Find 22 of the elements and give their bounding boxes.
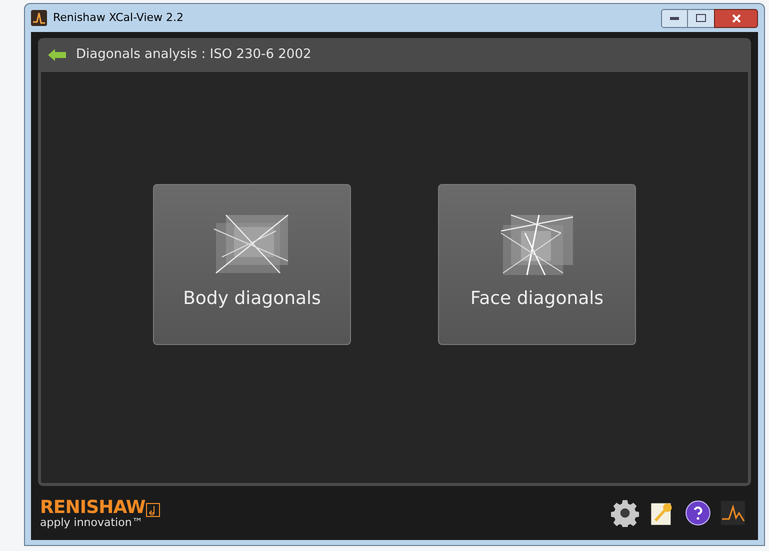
app-logo-icon — [31, 10, 47, 26]
close-icon — [732, 14, 740, 22]
window-title: Renishaw XCal-View 2.2 — [53, 10, 184, 26]
diagonals-option-button[interactable]: Body diagonals — [153, 184, 351, 345]
signal-button[interactable] — [721, 501, 745, 525]
maximize-button[interactable] — [688, 8, 714, 28]
minimize-button[interactable] — [661, 8, 688, 28]
diagonals-option-button[interactable]: Face diagonals — [438, 184, 636, 345]
brand-tagline: apply innovation™ — [40, 516, 144, 528]
signal-chart-icon — [721, 501, 745, 525]
logo-mark-icon — [146, 502, 160, 516]
maximize-icon — [696, 14, 706, 22]
close-button[interactable] — [714, 8, 758, 28]
help-icon — [685, 500, 711, 526]
page-title: Diagonals analysis : ISO 230-6 2002 — [76, 46, 312, 64]
settings-gear-icon — [611, 499, 639, 527]
back-button[interactable] — [48, 49, 66, 61]
brand-logo: RENISHAW — [40, 498, 146, 516]
back-arrow-icon — [48, 49, 66, 61]
help-button[interactable] — [685, 500, 711, 526]
minimize-icon — [670, 16, 679, 20]
settings-button[interactable] — [611, 499, 639, 527]
